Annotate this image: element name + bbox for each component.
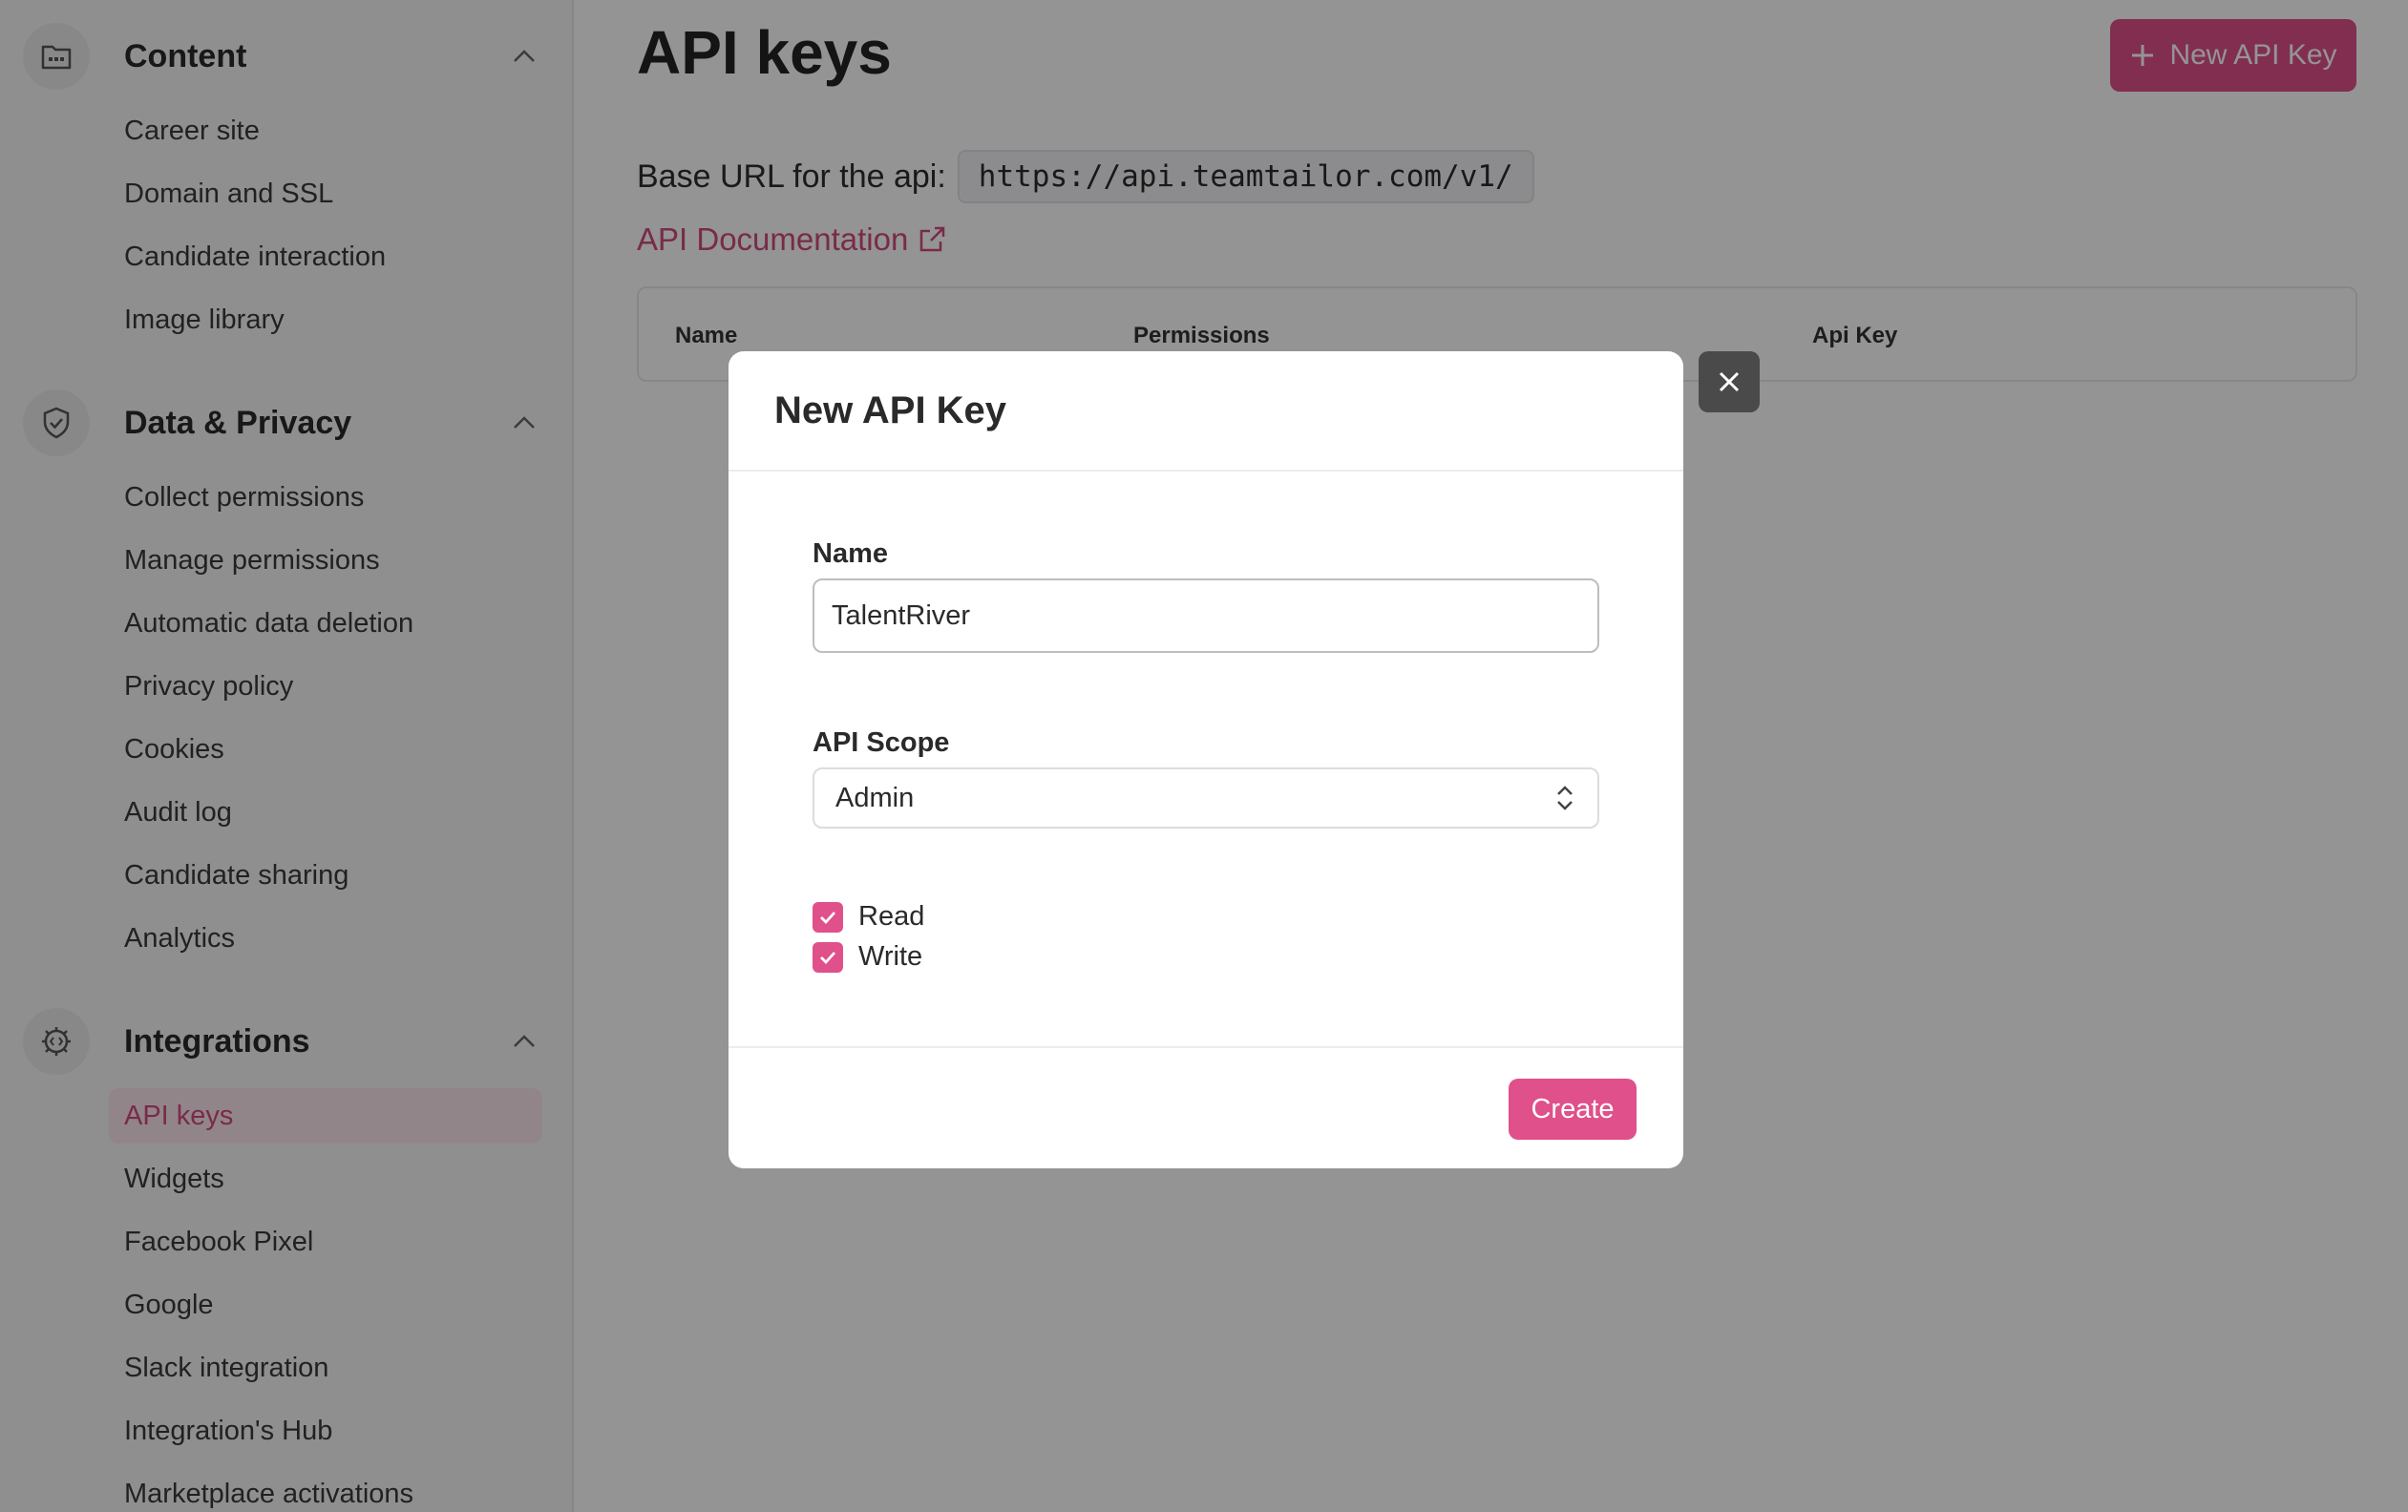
- write-checkbox-label: Write: [858, 941, 923, 972]
- check-icon: [820, 911, 836, 924]
- write-checkbox[interactable]: [813, 941, 843, 973]
- modal-footer: Create: [729, 1046, 1683, 1168]
- select-arrows-icon: [1557, 786, 1573, 810]
- name-label: Name: [813, 538, 888, 569]
- read-checkbox-label: Read: [858, 901, 925, 932]
- close-icon: [1719, 371, 1740, 392]
- write-checkbox-row[interactable]: Write: [813, 941, 922, 973]
- api-scope-label: API Scope: [813, 727, 950, 758]
- close-modal-button[interactable]: [1699, 351, 1760, 412]
- read-checkbox-row[interactable]: Read: [813, 901, 924, 933]
- read-checkbox[interactable]: [813, 901, 843, 933]
- api-scope-select[interactable]: Admin: [813, 767, 1599, 829]
- check-icon: [820, 951, 836, 964]
- new-api-key-modal: New API Key Name API Scope Admin Read Wr…: [729, 351, 1683, 1168]
- name-input[interactable]: [813, 578, 1599, 653]
- create-button[interactable]: Create: [1509, 1079, 1637, 1140]
- modal-title: New API Key: [774, 388, 1007, 431]
- api-scope-value: Admin: [835, 782, 915, 813]
- modal-header: New API Key: [729, 351, 1683, 472]
